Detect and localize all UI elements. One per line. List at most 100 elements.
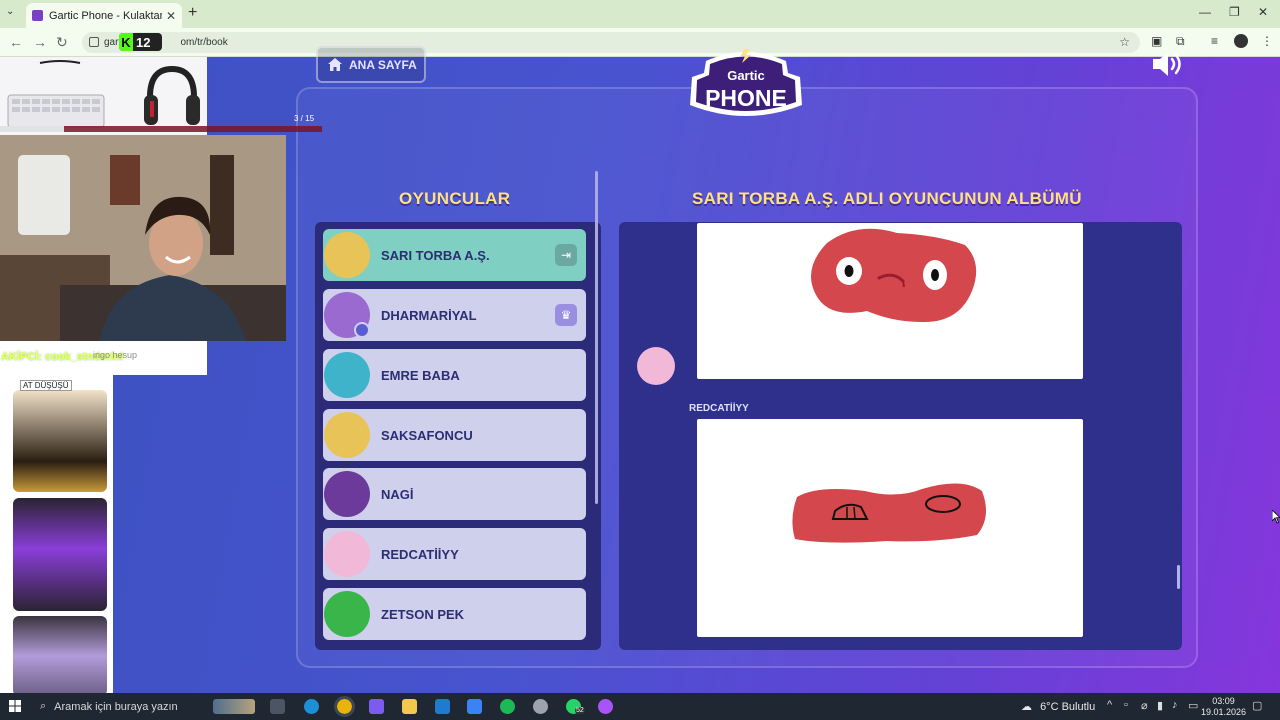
weather-text: 6°C Bulutlu (1040, 701, 1096, 713)
back-icon[interactable]: ← (9, 34, 23, 50)
gartic-phone-logo: Gartic PHONE (690, 49, 802, 116)
exit-icon[interactable]: ⇥ (555, 244, 577, 266)
browser-tab[interactable]: Gartic Phone - Kulaktan Kulağa ✕ (26, 3, 182, 28)
kick-logo-icon: K (119, 33, 133, 51)
chrome-icon[interactable] (334, 696, 355, 717)
player-row[interactable]: DHARMARİYAL ♛ (323, 289, 586, 341)
player-avatar (324, 531, 370, 577)
windows-taskbar: ⌕ Aramak için buraya yazın 52 ☁ 6°C Bulu… (0, 693, 1280, 720)
edge-icon[interactable] (304, 699, 319, 714)
tab-close-icon[interactable]: ✕ (166, 9, 176, 23)
players-title: OYUNCULAR (399, 189, 511, 208)
tray-volume-icon[interactable]: ♪ (1172, 699, 1178, 711)
sound-toggle-icon[interactable] (1151, 51, 1185, 77)
home-button-label: ANA SAYFA (349, 57, 417, 72)
viewer-count: 12 (136, 34, 151, 50)
webcam-scene (0, 135, 286, 341)
player-avatar (324, 591, 370, 637)
drawer-name: REDCATİİYY (689, 403, 749, 414)
player-name: NAGİ (381, 486, 414, 502)
stream-ad-column (0, 375, 113, 696)
browser-tabbar: ⌄ Gartic Phone - Kulaktan Kulağa ✕ + — ❐… (0, 0, 1280, 28)
close-window-icon[interactable]: ✕ (1258, 5, 1268, 19)
media-icon[interactable]: ≡ (1211, 34, 1218, 48)
stream-progress-fill (0, 126, 65, 132)
taskbar-search-input[interactable]: ⌕ Aramak için buraya yazın (33, 693, 178, 720)
album-drawing (697, 419, 1083, 637)
logo-top-text: Gartic (727, 68, 765, 83)
forward-icon[interactable]: → (33, 34, 47, 50)
player-avatar (324, 412, 370, 458)
outlook-icon[interactable] (435, 699, 450, 714)
album-drawing (697, 223, 1083, 379)
stream-overlay-banner (0, 57, 207, 135)
search-highlight-image[interactable] (213, 699, 255, 714)
player-name: REDCATİİYY (381, 546, 459, 562)
obs-icon[interactable] (533, 699, 548, 714)
players-scrollbar[interactable] (595, 171, 598, 504)
tray-network-icon[interactable]: ⌀ (1141, 699, 1148, 712)
player-avatar (324, 471, 370, 517)
clock-time: 03:09 (1212, 696, 1235, 706)
profile-avatar[interactable] (1234, 34, 1248, 48)
player-row[interactable]: NAGİ (323, 468, 586, 520)
tray-app-icon[interactable]: ▫ (1124, 699, 1128, 711)
mouse-cursor-icon (1272, 510, 1280, 524)
minimize-icon[interactable]: — (1199, 5, 1211, 19)
crown-icon[interactable]: ♛ (555, 304, 577, 326)
cloud-icon: ☁ (1021, 701, 1032, 713)
home-button[interactable]: ANA SAYFA (316, 46, 426, 83)
task-view-icon[interactable] (270, 699, 285, 714)
player-row[interactable]: SARI TORBA A.Ş. ⇥ (323, 229, 586, 281)
url-input[interactable]: gartic om/tr/book ☆ (82, 32, 1140, 53)
tray-mic-icon[interactable]: ▮ (1157, 699, 1163, 712)
player-avatar (324, 352, 370, 398)
menu-icon[interactable]: ⋮ (1261, 34, 1273, 48)
album-title: SARI TORBA A.Ş. ADLI OYUNCUNUN ALBÜMÜ (692, 189, 1082, 208)
player-row[interactable]: EMRE BABA (323, 349, 586, 401)
copilot-icon[interactable] (369, 699, 384, 714)
new-tab-button[interactable]: + (188, 4, 197, 22)
player-name: SAKSAFONCU (381, 427, 473, 443)
site-info-icon[interactable] (89, 37, 99, 47)
tray-display-icon[interactable]: ▭ (1188, 699, 1198, 712)
album-scrollbar[interactable] (1177, 565, 1180, 589)
spotify-icon[interactable] (500, 699, 515, 714)
player-avatar (324, 232, 370, 278)
windows-start-icon[interactable] (9, 700, 21, 712)
players-list: SARI TORBA A.Ş. ⇥ DHARMARİYAL ♛ EMRE BAB… (315, 222, 601, 650)
tab-search-icon[interactable]: ⌄ (6, 6, 14, 17)
notification-icon[interactable]: ▢ (1252, 699, 1262, 712)
address-bar-row: ← → ↻ gartic om/tr/book ☆ ▣ ⧉ ≡ ⋮ (0, 28, 1280, 57)
tray-chevron-icon[interactable]: ^ (1107, 699, 1112, 711)
ad-phone-image (13, 498, 107, 611)
weather-widget[interactable]: ☁ 6°C Bulutlu (1021, 700, 1095, 713)
player-name: SARI TORBA A.Ş. (381, 247, 490, 263)
ad-phone-image (13, 616, 107, 696)
host-badge-icon (354, 322, 370, 338)
extensions-icon[interactable]: ⧉ (1176, 34, 1185, 49)
player-row[interactable]: REDCATİİYY (323, 528, 586, 580)
url-end: om/tr/book (180, 37, 228, 48)
player-row[interactable]: ZETSON PEK (323, 588, 586, 640)
whatsapp-badge: 52 (575, 707, 585, 714)
bookmark-star-icon[interactable]: ☆ (1119, 35, 1130, 49)
taskbar-clock[interactable]: 03:09 19.01.2026 (1201, 696, 1246, 718)
ad-phone-image (13, 390, 107, 492)
kick-viewer-badge: K 12 (119, 33, 162, 51)
tab-title: Gartic Phone - Kulaktan Kulağa (49, 9, 162, 22)
player-name: ZETSON PEK (381, 606, 465, 622)
store-icon[interactable] (467, 699, 482, 714)
player-row[interactable]: SAKSAFONCU (323, 409, 586, 461)
file-explorer-icon[interactable] (402, 699, 417, 714)
restore-icon[interactable]: ❐ (1229, 5, 1240, 19)
screenshot-extension-icon[interactable]: ▣ (1151, 34, 1162, 48)
stream-progress-text: 3 / 15 (294, 114, 315, 123)
reload-icon[interactable]: ↻ (56, 34, 68, 51)
player-avatar (324, 292, 370, 338)
streamer-webcam (0, 135, 286, 341)
messenger-icon[interactable] (598, 699, 613, 714)
ad-label: AT DÜŞÜŞÜ (20, 380, 72, 391)
player-name: DHARMARİYAL (381, 307, 477, 323)
drawer-avatar (637, 347, 675, 385)
